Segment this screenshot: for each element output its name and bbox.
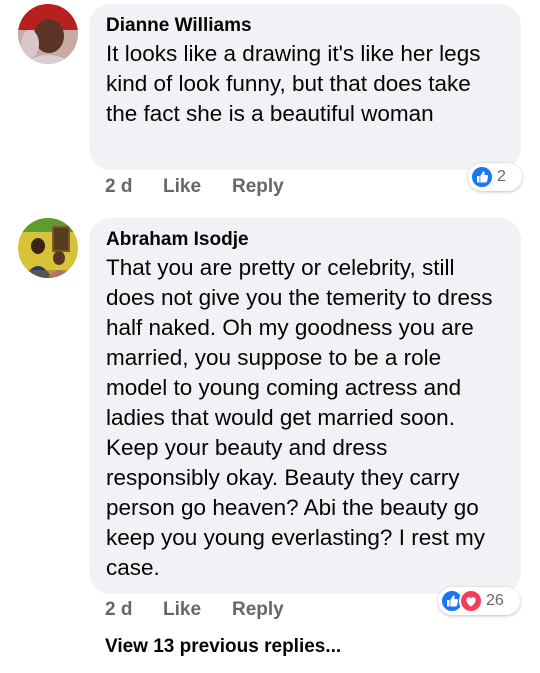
comment-bubble: Abraham Isodje That you are pretty or ce… [89, 218, 521, 594]
comment-author[interactable]: Dianne Williams [106, 14, 505, 38]
like-button[interactable]: Like [163, 176, 232, 198]
reply-button[interactable]: Reply [232, 176, 284, 198]
like-reaction-icon [470, 165, 494, 189]
avatar[interactable] [18, 218, 78, 278]
reply-button[interactable]: Reply [232, 599, 284, 621]
avatar[interactable] [18, 4, 78, 64]
comment-text: It looks like a drawing it's like her le… [106, 41, 481, 126]
view-previous-replies-link[interactable]: View 13 previous replies... [105, 636, 341, 658]
love-reaction-icon [459, 589, 483, 613]
comment-author[interactable]: Abraham Isodje [106, 228, 505, 252]
comment-timestamp[interactable]: 2 d [105, 599, 163, 621]
comment-actions: 2 d Like Reply [105, 599, 284, 621]
comment-bubble: Dianne Williams It looks like a drawing … [89, 4, 521, 170]
reaction-summary[interactable]: 2 [468, 163, 522, 191]
reaction-summary[interactable]: 26 [438, 587, 520, 615]
comment-text: That you are pretty or celebrity, still … [106, 255, 493, 580]
like-button[interactable]: Like [163, 599, 232, 621]
profile-photo [18, 218, 78, 278]
reaction-count: 26 [486, 592, 504, 609]
comment-actions: 2 d Like Reply [105, 176, 284, 198]
comment-timestamp[interactable]: 2 d [105, 176, 163, 198]
reaction-count: 2 [497, 168, 506, 185]
profile-photo [18, 4, 78, 64]
